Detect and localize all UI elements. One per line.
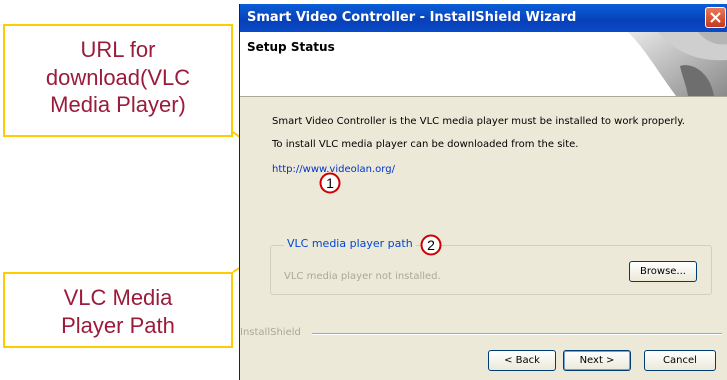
wizard-body: Smart Video Controller is the VLC media … [240, 97, 727, 380]
footer-divider [312, 333, 722, 335]
computer-graphic-icon [628, 32, 727, 96]
cancel-button[interactable]: Cancel [644, 350, 716, 371]
close-icon [710, 12, 721, 23]
url-callout-line-3: Media Player) [50, 92, 186, 117]
url-callout-line-1: URL for [80, 37, 156, 62]
page-heading: Setup Status [247, 40, 335, 54]
title-bar[interactable]: Smart Video Controller - InstallShield W… [240, 4, 727, 32]
path-annotation-callout: VLC Media Player Path [3, 272, 233, 348]
marker-1-label: 1 [326, 175, 334, 191]
browse-button[interactable]: Browse... [629, 261, 697, 282]
path-callout-line-2: Player Path [61, 312, 175, 338]
download-instruction-text: To install VLC media player can be downl… [272, 139, 579, 150]
next-button[interactable]: Next > [563, 350, 631, 371]
installshield-wizard-window: Smart Video Controller - InstallShield W… [239, 4, 727, 380]
marker-2-badge: 2 [420, 234, 442, 256]
requirement-text: Smart Video Controller is the VLC media … [272, 116, 685, 127]
url-callout-line-2: download(VLC [45, 64, 191, 90]
marker-2-label: 2 [427, 237, 435, 253]
path-callout-line-1: VLC Media [63, 285, 173, 310]
window-title: Smart Video Controller - InstallShield W… [247, 10, 577, 25]
back-button[interactable]: < Back [488, 350, 556, 371]
vlc-install-status: VLC media player not installed. [284, 271, 441, 282]
installshield-brand-label: InstallShield [240, 327, 304, 338]
wizard-header: Setup Status [240, 32, 727, 97]
marker-1-badge: 1 [319, 172, 341, 194]
url-annotation-callout: URL for download(VLC Media Player) [3, 24, 233, 137]
vlc-path-group-label: VLC media player path [284, 237, 416, 250]
close-button[interactable] [705, 7, 726, 28]
